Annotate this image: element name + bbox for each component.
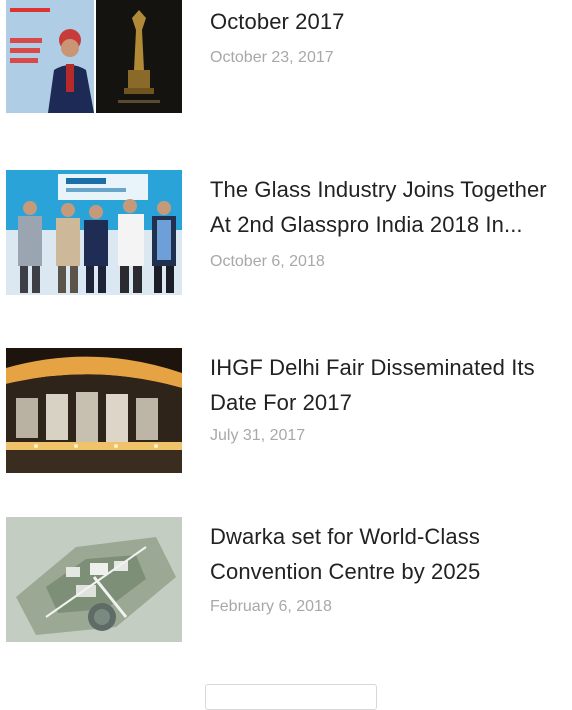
post-thumbnail[interactable]: [6, 170, 182, 295]
post-title[interactable]: Dwarka set for World-Class Convention Ce…: [210, 519, 566, 589]
post-thumbnail[interactable]: [6, 0, 182, 113]
post-date: February 6, 2018: [210, 598, 332, 615]
post-title[interactable]: October 2017: [210, 4, 566, 39]
post-thumbnail[interactable]: [6, 348, 182, 473]
post-date: July 31, 2017: [210, 427, 306, 444]
load-more-button[interactable]: [205, 684, 377, 710]
post-title[interactable]: IHGF Delhi Fair Disseminated Its Date Fo…: [210, 350, 566, 420]
post-thumbnail[interactable]: [6, 517, 182, 642]
post-date: October 23, 2017: [210, 49, 334, 66]
post-date: October 6, 2018: [210, 253, 325, 270]
post-title[interactable]: The Glass Industry Joins Together At 2nd…: [210, 172, 566, 242]
